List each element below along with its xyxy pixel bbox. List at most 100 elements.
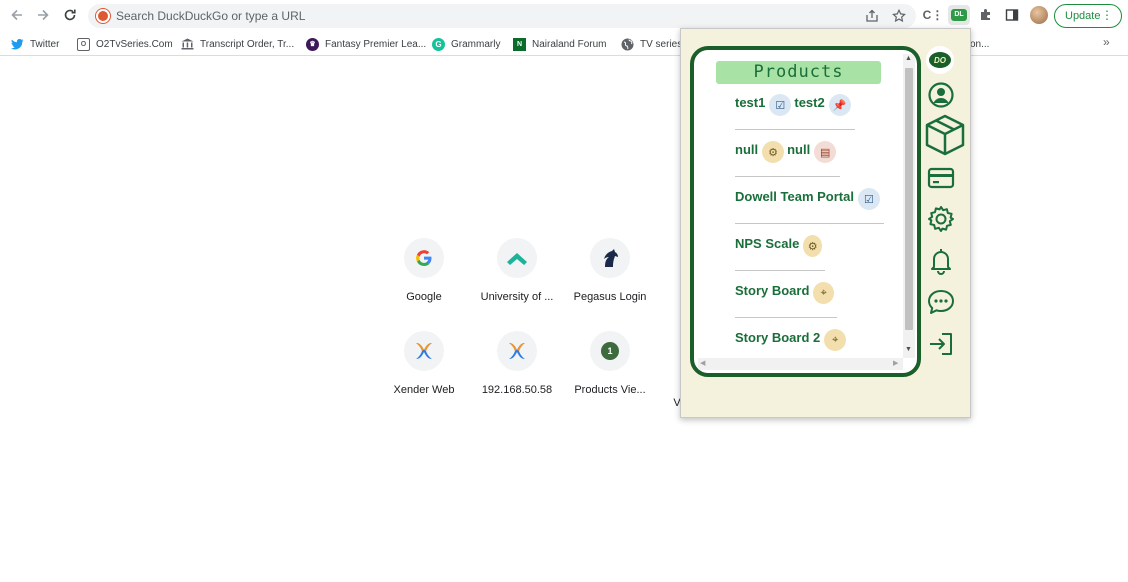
clipboard-pin-icon: 📌: [828, 94, 851, 116]
product-link[interactable]: null: [735, 141, 758, 159]
product-row: NPS Scale ⚙: [735, 231, 825, 271]
scroll-right-arrow-icon[interactable]: ▶: [893, 359, 898, 367]
scroll-up-arrow-icon[interactable]: ▲: [905, 55, 912, 62]
address-bar-placeholder: Search DuckDuckGo or type a URL: [116, 9, 306, 23]
clipboard-check-icon: ☑: [769, 94, 792, 116]
puzzle-icon[interactable]: [975, 5, 997, 25]
more-vertical-icon: ⋮: [1101, 8, 1113, 22]
settings-icon[interactable]: [926, 204, 956, 234]
bookmark-label: O2TvSeries.Com: [96, 38, 173, 50]
shortcut-tile[interactable]: 192.168.50.58: [472, 331, 562, 421]
update-button[interactable]: Update ⋮: [1054, 4, 1122, 28]
star-icon[interactable]: [891, 8, 907, 24]
grammarly-icon: G: [432, 37, 445, 51]
target-badge-icon: ⌖: [813, 282, 834, 304]
product-link[interactable]: Story Board: [735, 282, 809, 300]
scroll-down-arrow-icon[interactable]: ▼: [905, 346, 912, 353]
clipboard-icon: ▤: [814, 141, 837, 163]
clipboard-check-icon: ☑: [857, 188, 880, 210]
duckduckgo-icon: [96, 9, 110, 23]
shortcut-label: Pegasus Login: [573, 291, 647, 303]
bookmark-label: on...: [970, 38, 990, 50]
credit-card-icon[interactable]: [926, 165, 956, 191]
product-link[interactable]: null: [787, 141, 810, 159]
chat-icon[interactable]: [926, 288, 956, 316]
product-link[interactable]: test1: [735, 94, 765, 112]
google-icon: [404, 238, 444, 278]
bookmark-tv-series[interactable]: TV series,: [621, 36, 685, 52]
bookmark-fantasy-premier-league[interactable]: ♛ Fantasy Premier Lea...: [306, 36, 426, 52]
bookmarks-overflow-chevron-icon[interactable]: »: [1103, 35, 1110, 49]
shortcut-tile[interactable]: Xender Web: [379, 331, 469, 421]
shortcut-label: Xender Web: [393, 384, 455, 396]
pegasus-icon: [590, 238, 630, 278]
box-icon[interactable]: [923, 113, 967, 157]
nairaland-icon: N: [513, 37, 526, 51]
twitter-icon: [11, 38, 24, 51]
product-link[interactable]: test2: [794, 94, 824, 112]
share-icon[interactable]: [864, 8, 880, 24]
gear-badge-icon: ⚙: [803, 235, 822, 257]
bookmark-o2tvseries[interactable]: O O2TvSeries.Com: [77, 36, 173, 52]
bookmark-label: Fantasy Premier Lea...: [325, 38, 427, 50]
xender-icon: [497, 331, 537, 371]
shortcut-label: Google: [406, 291, 442, 303]
target-badge-icon: ⌖: [824, 329, 847, 351]
reload-icon[interactable]: [59, 4, 81, 26]
scroll-left-arrow-icon[interactable]: ◀: [700, 359, 705, 367]
o2tv-icon: O: [77, 37, 90, 51]
logout-icon[interactable]: [927, 330, 955, 358]
bookmark-twitter[interactable]: Twitter: [11, 36, 59, 52]
shortcut-tile[interactable]: 1 Products Vie...: [565, 331, 655, 421]
product-row: Dowell Team Portal ☑: [735, 184, 884, 224]
bookmark-label: TV series,: [640, 38, 686, 50]
shortcut-label: Products Vie...: [574, 384, 646, 396]
dowell-extension-button[interactable]: DL: [948, 5, 970, 25]
bookmark-transcript-order[interactable]: Transcript Order, Tr...: [181, 36, 294, 52]
premier-league-icon: ♛: [306, 37, 319, 51]
dowell-logo-text: DO: [929, 52, 951, 68]
products-header: Products: [716, 61, 881, 84]
bookmark-label: Transcript Order, Tr...: [200, 38, 295, 50]
horizontal-scrollbar[interactable]: ◀ ▶: [698, 358, 903, 370]
bank-icon: [181, 38, 194, 51]
user-icon[interactable]: [927, 81, 955, 109]
bookmark-nairaland[interactable]: N Nairaland Forum: [513, 36, 606, 52]
product-row: null ⚙ null ▤: [735, 137, 840, 177]
number-badge-icon: 1: [601, 342, 619, 360]
shortcut-icon-wrapper: 1: [590, 331, 630, 371]
bookmark-partial[interactable]: on...: [970, 36, 989, 52]
shortcut-tile[interactable]: University of ...: [472, 238, 562, 328]
scrollbar-thumb[interactable]: [905, 68, 913, 330]
shortcut-tile[interactable]: Google: [379, 238, 469, 328]
extension-popup: Products test1 ☑ test2 📌 null ⚙ null ▤ D…: [680, 28, 971, 418]
bookmark-label: Grammarly: [451, 38, 501, 50]
bookmark-grammarly[interactable]: G Grammarly: [432, 36, 500, 52]
arrow-left-icon[interactable]: [6, 4, 28, 26]
shortcut-tile[interactable]: Pegasus Login: [565, 238, 655, 328]
extension-c-icon[interactable]: C⋮: [922, 5, 944, 25]
product-row: test1 ☑ test2 📌: [735, 90, 855, 130]
gear-badge-icon: ⚙: [762, 141, 785, 163]
browser-toolbar: Search DuckDuckGo or type a URL C⋮ DL Up…: [0, 0, 1128, 31]
bell-icon[interactable]: [927, 246, 955, 276]
bookmark-label: Twitter: [30, 38, 60, 50]
product-row: Story Board ⌖: [735, 278, 837, 318]
shortcut-label: 192.168.50.58: [481, 384, 553, 396]
address-bar[interactable]: Search DuckDuckGo or type a URL: [88, 4, 916, 28]
product-link[interactable]: NPS Scale: [735, 235, 799, 253]
dowell-logo-icon[interactable]: DO: [926, 46, 954, 74]
product-link[interactable]: Story Board 2: [735, 329, 820, 347]
products-panel: Products test1 ☑ test2 📌 null ⚙ null ▤ D…: [690, 46, 921, 377]
side-panel-icon[interactable]: [1001, 5, 1023, 25]
bookmark-label: Nairaland Forum: [532, 38, 607, 50]
dowell-extension-badge: DL: [951, 9, 967, 21]
product-link[interactable]: Dowell Team Portal: [735, 188, 854, 206]
update-button-label: Update: [1065, 10, 1101, 22]
xender-icon: [404, 331, 444, 371]
arrow-right-icon[interactable]: [32, 4, 54, 26]
profile-avatar[interactable]: [1030, 6, 1048, 24]
university-icon: [497, 238, 537, 278]
globe-icon: [621, 38, 634, 51]
vertical-scrollbar[interactable]: ▲ ▼: [903, 54, 915, 358]
